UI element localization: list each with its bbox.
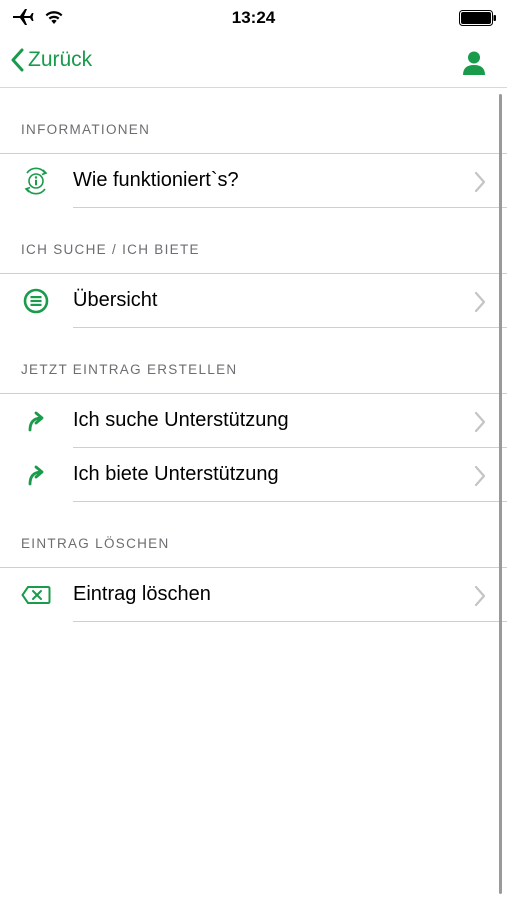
- section-header-ich-suche-ich-biete: ICH SUCHE / ICH BIETE: [0, 208, 507, 274]
- person-icon[interactable]: [461, 50, 487, 76]
- battery-icon: [459, 10, 496, 26]
- scrollbar[interactable]: [499, 94, 502, 894]
- status-time: 13:24: [231, 8, 276, 27]
- row-wie-funktionierts[interactable]: Wie funktioniert`s?: [0, 154, 507, 208]
- chevron-left-icon: [11, 48, 24, 72]
- list-circle-icon: [21, 287, 51, 315]
- info-cycle-icon: [21, 167, 51, 195]
- row-separator: [73, 621, 507, 622]
- status-bar: 13:24: [0, 0, 507, 36]
- section-header-eintrag-loeschen: EINTRAG LÖSCHEN: [0, 502, 507, 568]
- row-ich-biete-unterstuetzung[interactable]: Ich biete Unterstützung: [0, 448, 507, 502]
- chevron-right-icon: [474, 171, 486, 193]
- row-label: Übersicht: [73, 289, 158, 311]
- back-button[interactable]: Zurück: [10, 48, 92, 72]
- settings-list: INFORMATIONEN Wie funktioniert`s? ICH SU…: [0, 88, 507, 900]
- forward-arrow-icon: [21, 407, 51, 435]
- row-separator: [73, 207, 507, 208]
- chevron-right-icon: [474, 465, 486, 487]
- chevron-right-icon: [474, 291, 486, 313]
- chevron-right-icon: [474, 411, 486, 433]
- row-label: Ich biete Unterstützung: [73, 463, 279, 485]
- forward-arrow-icon: [21, 461, 51, 489]
- navigation-bar: Zurück: [0, 36, 507, 88]
- row-separator: [73, 327, 507, 328]
- delete-tag-icon: [21, 581, 51, 609]
- row-ich-suche-unterstuetzung[interactable]: Ich suche Unterstützung: [0, 394, 507, 448]
- section-header-jetzt-eintrag-erstellen: JETZT EINTRAG ERSTELLEN: [0, 328, 507, 394]
- row-eintrag-loeschen[interactable]: Eintrag löschen: [0, 568, 507, 622]
- row-label: Eintrag löschen: [73, 583, 211, 605]
- row-uebersicht[interactable]: Übersicht: [0, 274, 507, 328]
- row-label: Ich suche Unterstützung: [73, 409, 289, 431]
- row-label: Wie funktioniert`s?: [73, 169, 239, 191]
- row-separator: [73, 501, 507, 502]
- section-header-informationen: INFORMATIONEN: [0, 88, 507, 154]
- chevron-right-icon: [474, 585, 486, 607]
- back-label: Zurück: [28, 48, 93, 71]
